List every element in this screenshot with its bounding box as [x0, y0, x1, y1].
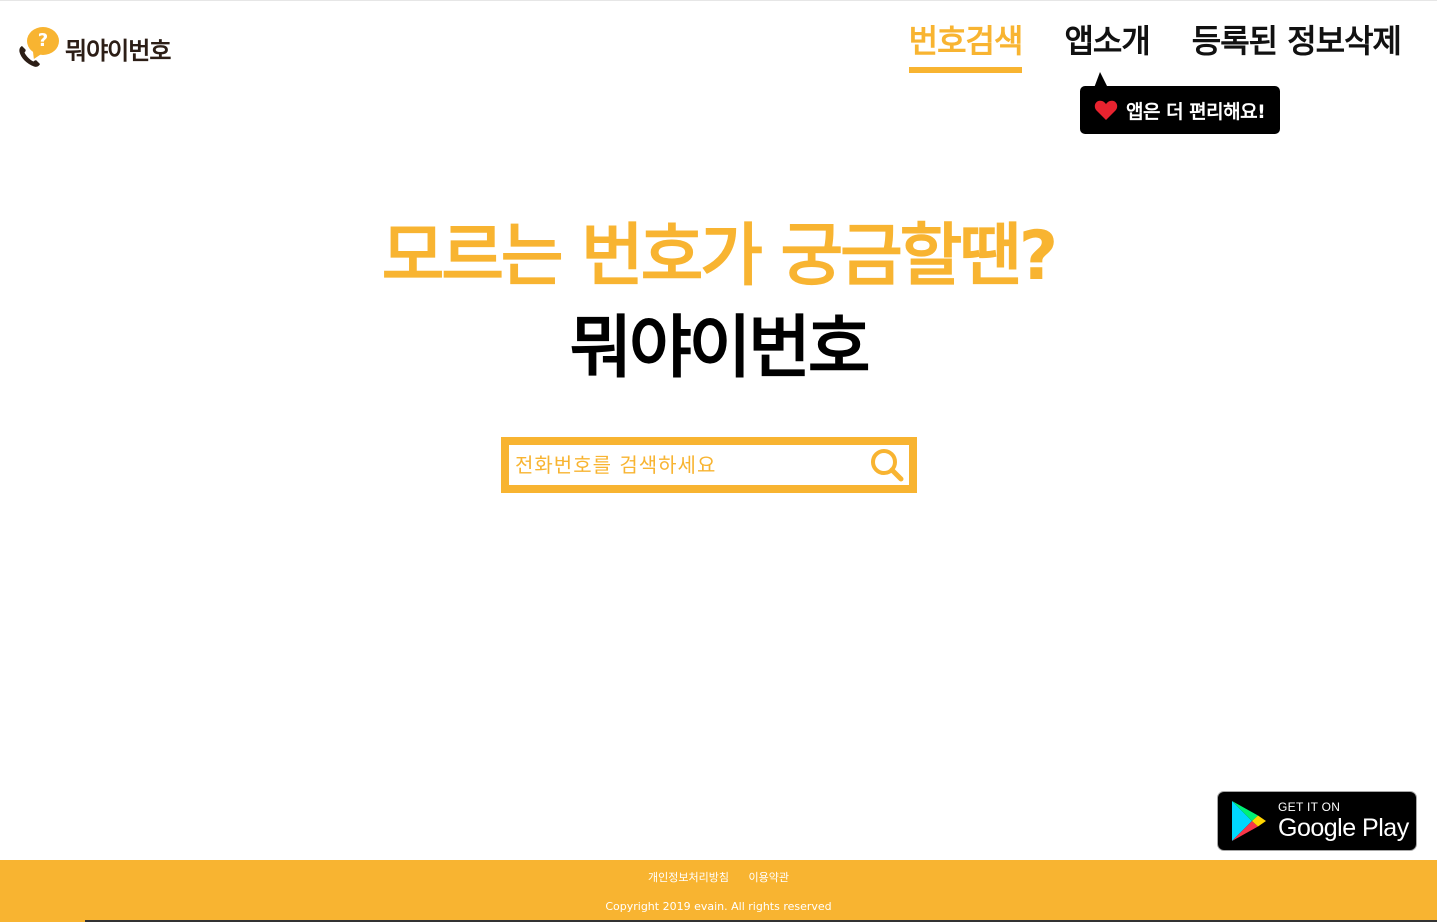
heart-icon — [1094, 100, 1118, 120]
play-badge-big-text: Google Play — [1278, 814, 1409, 842]
nav-delete-info[interactable]: 등록된 정보삭제 — [1192, 19, 1402, 73]
main-nav: 번호검색 앱소개 등록된 정보삭제 — [908, 19, 1402, 73]
logo-text: 뭐야이번호 — [65, 36, 171, 65]
search-box — [501, 437, 917, 493]
footer-links: 개인정보처리방침 이용약관 — [0, 869, 1437, 885]
hero-brand-title: 뭐야이번호 — [569, 309, 871, 388]
nav-number-search[interactable]: 번호검색 — [908, 19, 1023, 73]
play-badge-small-text: GET IT ON — [1278, 800, 1341, 814]
tooltip-text: 앱은 더 편리해요! — [1126, 100, 1266, 123]
search-icon — [871, 449, 904, 482]
footer-link-terms[interactable]: 이용약관 — [748, 871, 788, 884]
google-play-icon — [1232, 801, 1266, 841]
google-play-badge[interactable]: GET IT ON Google Play — [1217, 791, 1417, 851]
search-button[interactable] — [865, 445, 909, 485]
hero-headline: 모르는 번호가 궁금할땐? — [381, 217, 1058, 296]
page: ? 뭐야이번호 번호검색 앱소개 등록된 정보삭제 앱은 더 편리해요! 모르는… — [0, 0, 1437, 922]
logo-mark: ? — [17, 27, 61, 69]
footer: 개인정보처리방침 이용약관 Copyright 2019 evain. All … — [0, 860, 1437, 922]
phone-icon — [19, 46, 40, 67]
search-input[interactable] — [509, 445, 865, 485]
app-promo-tooltip: 앱은 더 편리해요! — [1080, 72, 1280, 134]
nav-app-intro[interactable]: 앱소개 — [1064, 19, 1150, 73]
play-badge-text: GET IT ON Google Play — [1278, 800, 1409, 842]
logo[interactable]: ? 뭐야이번호 — [17, 27, 171, 69]
copyright-text: Copyright 2019 evain. All rights reserve… — [605, 900, 832, 913]
footer-link-privacy[interactable]: 개인정보처리방침 — [648, 871, 729, 884]
